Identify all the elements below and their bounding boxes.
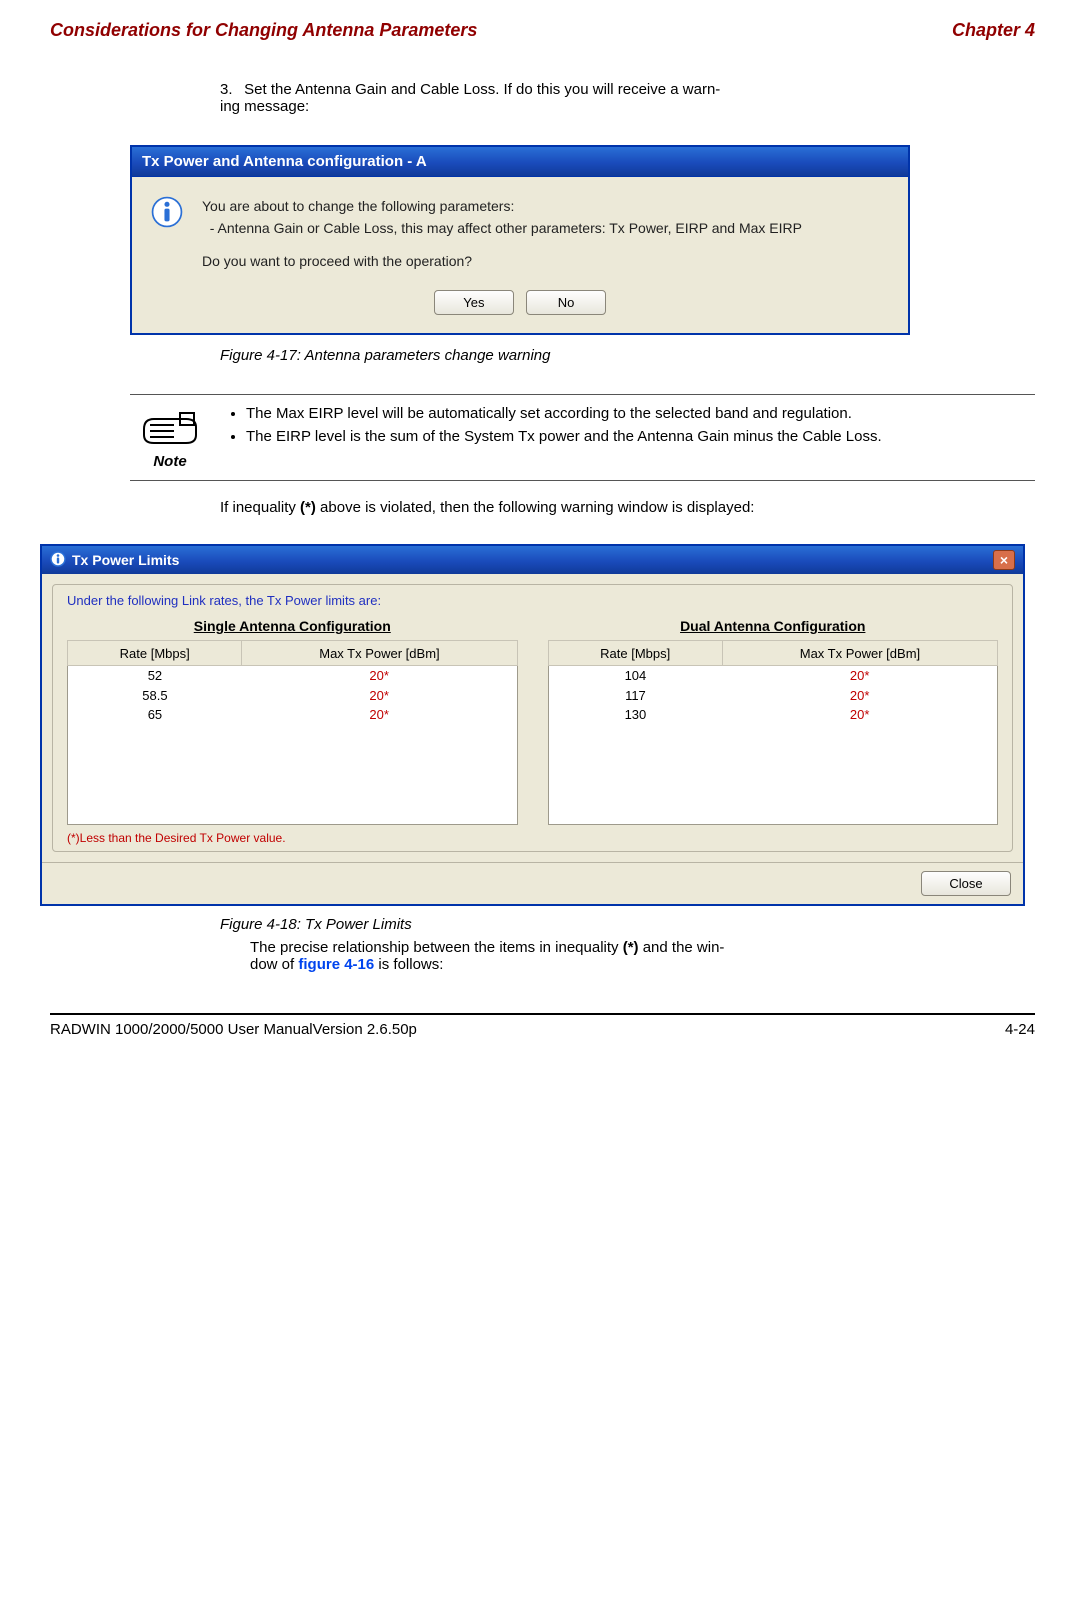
linkrates-text: Under the following Link rates, the Tx P… bbox=[67, 593, 998, 608]
inequality-paragraph: If inequality (*) above is violated, the… bbox=[220, 499, 1035, 516]
single-config-title: Single Antenna Configuration bbox=[67, 618, 518, 634]
table-row: 5220* bbox=[68, 665, 518, 685]
single-config-table: Rate [Mbps]Max Tx Power [dBm] 5220* 58.5… bbox=[67, 640, 518, 825]
ineq-pre: If inequality bbox=[220, 499, 300, 516]
figure-4-16-link[interactable]: figure 4-16 bbox=[298, 956, 374, 973]
dual-config-table: Rate [Mbps]Max Tx Power [dBm] 10420* 117… bbox=[548, 640, 999, 825]
manual-name: RADWIN 1000/2000/5000 User ManualVersion… bbox=[50, 1021, 417, 1038]
chapter-label: Chapter 4 bbox=[952, 20, 1035, 41]
precise-bold: (*) bbox=[623, 939, 639, 956]
close-icon[interactable]: × bbox=[993, 550, 1015, 570]
col-max: Max Tx Power [dBm] bbox=[722, 641, 997, 666]
dual-config-title: Dual Antenna Configuration bbox=[548, 618, 999, 634]
dialog-titlebar: Tx Power and Antenna configuration - A bbox=[132, 147, 908, 177]
page-header: Considerations for Changing Antenna Para… bbox=[50, 20, 1035, 41]
pointing-hand-icon bbox=[140, 434, 200, 451]
close-button[interactable]: Close bbox=[921, 871, 1011, 896]
note-body: The Max EIRP level will be automatically… bbox=[228, 405, 882, 451]
info-icon bbox=[50, 551, 66, 570]
note-block: Note The Max EIRP level will be automati… bbox=[130, 394, 1035, 481]
single-config-block: Single Antenna Configuration Rate [Mbps]… bbox=[67, 618, 518, 825]
dlg1-line2: - Antenna Gain or Cable Loss, this may a… bbox=[202, 217, 890, 239]
col-rate: Rate [Mbps] bbox=[548, 641, 722, 666]
page-footer: RADWIN 1000/2000/5000 User ManualVersion… bbox=[50, 1013, 1035, 1038]
step-3: 3. Set the Antenna Gain and Cable Loss. … bbox=[220, 81, 1035, 115]
antenna-warning-dialog: Tx Power and Antenna configuration - A Y… bbox=[130, 145, 910, 335]
table-row: 13020* bbox=[548, 705, 998, 725]
figure-4-18-caption: Figure 4-18: Tx Power Limits bbox=[220, 916, 1035, 933]
col-max: Max Tx Power [dBm] bbox=[242, 641, 517, 666]
table-row: 10420* bbox=[548, 665, 998, 685]
ineq-bold: (*) bbox=[300, 499, 316, 516]
ineq-post: above is violated, then the following wa… bbox=[316, 499, 755, 516]
precise-pre: The precise relationship between the ite… bbox=[250, 939, 623, 956]
col-rate: Rate [Mbps] bbox=[68, 641, 242, 666]
note-bullet-1: The Max EIRP level will be automatically… bbox=[246, 405, 882, 422]
step-number: 3. bbox=[220, 81, 240, 98]
precise-post: is follows: bbox=[374, 956, 443, 973]
section-title: Considerations for Changing Antenna Para… bbox=[50, 20, 477, 41]
page-number: 4-24 bbox=[1005, 1021, 1035, 1038]
dialog2-titlebar: Tx Power Limits × bbox=[42, 546, 1023, 574]
table-row: 11720* bbox=[548, 686, 998, 706]
dialog2-title: Tx Power Limits bbox=[72, 552, 179, 568]
table-row: 58.520* bbox=[68, 686, 518, 706]
step-body: Set the Antenna Gain and Cable Loss. If … bbox=[220, 81, 720, 115]
note-label: Note bbox=[130, 453, 210, 470]
yes-button[interactable]: Yes bbox=[434, 290, 514, 315]
tx-power-limits-dialog: Tx Power Limits × Under the following Li… bbox=[40, 544, 1025, 906]
dlg1-line1: You are about to change the following pa… bbox=[202, 195, 890, 217]
less-than-note: (*)Less than the Desired Tx Power value. bbox=[67, 831, 998, 845]
dlg1-line3: Do you want to proceed with the operatio… bbox=[202, 250, 890, 272]
figure-4-17-caption: Figure 4-17: Antenna parameters change w… bbox=[220, 347, 1035, 364]
no-button[interactable]: No bbox=[526, 290, 606, 315]
precise-relationship: The precise relationship between the ite… bbox=[250, 939, 1035, 973]
table-row: 6520* bbox=[68, 705, 518, 725]
dual-config-block: Dual Antenna Configuration Rate [Mbps]Ma… bbox=[548, 618, 999, 825]
dialog-title: Tx Power and Antenna configuration - A bbox=[142, 153, 427, 170]
info-icon bbox=[150, 195, 184, 233]
note-bullet-2: The EIRP level is the sum of the System … bbox=[246, 428, 882, 445]
